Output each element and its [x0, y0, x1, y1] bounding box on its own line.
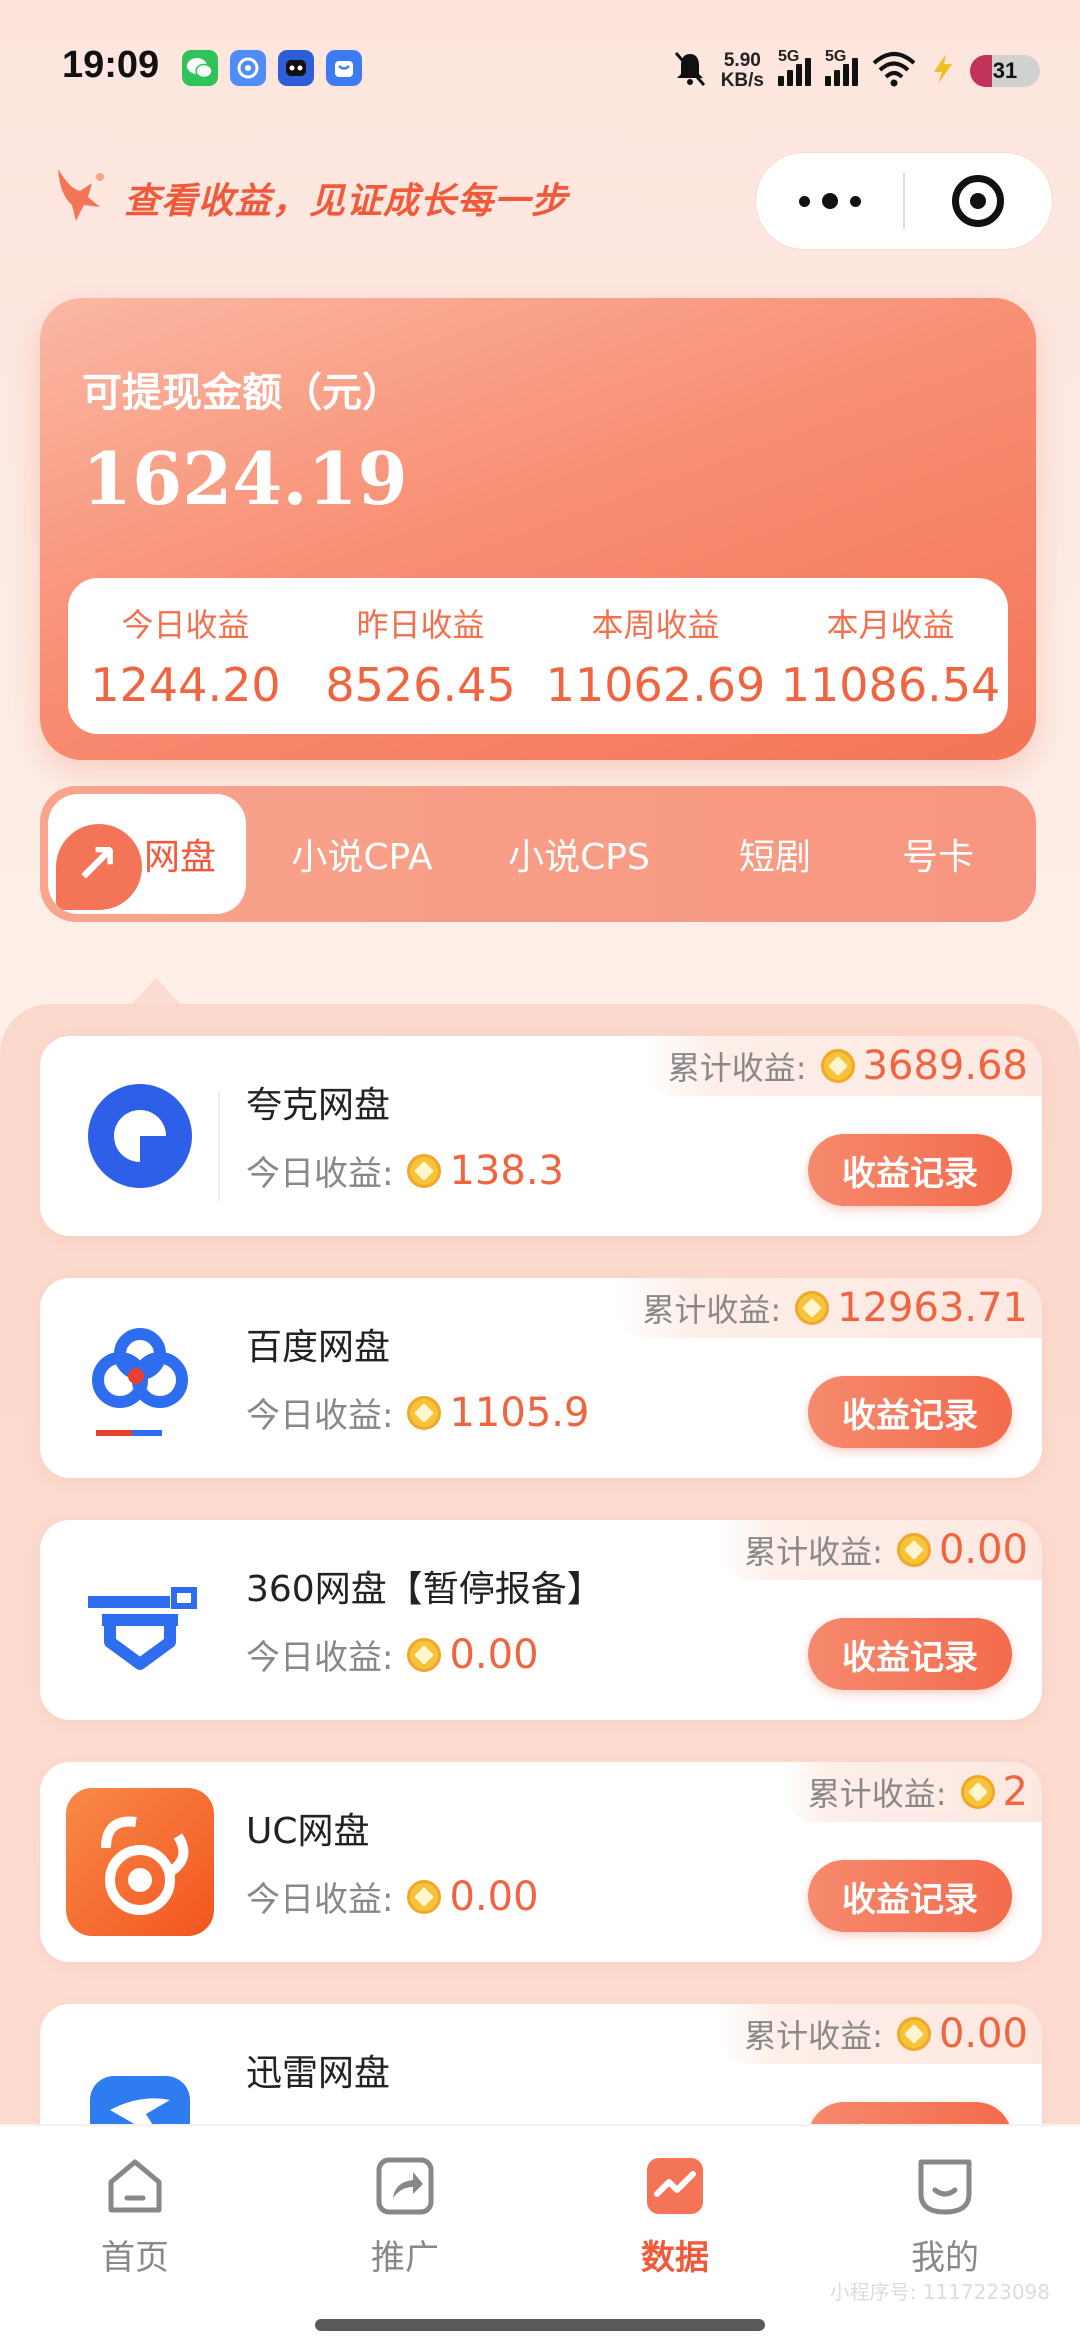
- status-indicators: 5.90 KB/s 5G 5G 31: [673, 46, 1040, 96]
- item-total: 累计收益: 3689.68: [643, 1036, 1042, 1096]
- tab-netdisk[interactable]: 网盘: [48, 794, 246, 914]
- coin-icon: [407, 1637, 442, 1672]
- item-today: 今日收益: 1105.9: [246, 1389, 590, 1437]
- list-item: UC网盘 今日收益: 0.00 累计收益: 2 收益记录: [40, 1762, 1042, 1962]
- netdisk-list: 夸克网盘 今日收益: 138.3 累计收益: 3689.68 收益记录 百度网盘…: [0, 1004, 1080, 2124]
- earnings-record-button[interactable]: 收益记录: [808, 2102, 1012, 2124]
- close-miniprogram-button[interactable]: [905, 175, 1052, 227]
- watermark: 小程序号: 1117223098: [829, 2280, 1050, 2304]
- home-icon: [103, 2154, 167, 2218]
- coin-icon: [407, 1879, 442, 1914]
- xunlei-icon: [66, 2030, 214, 2124]
- earnings-record-button[interactable]: 收益记录: [808, 1860, 1012, 1932]
- coin-icon: [960, 1775, 995, 1809]
- stat-yesterday: 昨日收益 8526.45: [325, 606, 516, 712]
- robot-app-icon: [278, 50, 314, 86]
- earnings-stats: 今日收益 1244.20 昨日收益 8526.45 本周收益 11062.69 …: [68, 578, 1008, 734]
- stat-today: 今日收益 1244.20: [90, 606, 281, 712]
- list-item: 迅雷网盘 累计收益: 0.00 收益记录: [40, 2004, 1042, 2124]
- item-name: 360网盘【暂停报备】: [246, 1569, 603, 1610]
- battery-icon: 31: [970, 55, 1040, 87]
- baidu-pan-icon: [66, 1304, 214, 1452]
- more-button[interactable]: [756, 193, 903, 209]
- item-name: 迅雷网盘: [246, 2053, 391, 2094]
- slogan: 查看收益，见证成长每一步: [50, 165, 568, 231]
- list-item: 360网盘【暂停报备】 今日收益: 0.00 累计收益: 0.00 收益记录: [40, 1520, 1042, 1720]
- coin-icon: [407, 1395, 442, 1430]
- item-total: 累计收益: 2: [783, 1762, 1042, 1822]
- net-speed: 5.90 KB/s: [720, 50, 764, 91]
- earnings-record-button[interactable]: 收益记录: [808, 1376, 1012, 1448]
- nav-data[interactable]: 数据: [585, 2154, 765, 2279]
- tab-novel-cpa[interactable]: 小说CPA: [262, 786, 462, 922]
- coin-icon: [896, 1533, 931, 1567]
- bottom-nav: 首页 推广 数据 我的 小程序号: 1117223098: [0, 2125, 1080, 2345]
- item-name: 夸克网盘: [246, 1085, 391, 1126]
- charging-icon: [930, 52, 956, 90]
- tab-phone-card[interactable]: 号卡: [878, 786, 998, 922]
- coin-icon: [820, 1049, 855, 1083]
- gear-app-icon: [230, 50, 266, 86]
- nav-mine[interactable]: 我的: [855, 2154, 1035, 2279]
- wechat-icon: [182, 50, 218, 86]
- tab-pointer: [130, 978, 182, 1006]
- category-tabs: 网盘 小说CPA 小说CPS 短剧 号卡: [40, 786, 1036, 922]
- list-item: 夸克网盘 今日收益: 138.3 累计收益: 3689.68 收益记录: [40, 1036, 1042, 1236]
- slogan-text: 查看收益，见证成长每一步: [124, 181, 569, 222]
- nav-promote[interactable]: 推广: [315, 2154, 495, 2279]
- list-item: 百度网盘 今日收益: 1105.9 累计收益: 12963.71 收益记录: [40, 1278, 1042, 1478]
- chart-icon: [643, 2154, 707, 2218]
- tab-short-drama[interactable]: 短剧: [720, 786, 830, 922]
- withdrawable-label: 可提现金额（元）: [82, 370, 402, 416]
- mute-icon: [673, 50, 707, 92]
- wifi-icon: [872, 51, 916, 91]
- share-icon: [373, 2154, 437, 2218]
- item-today: 今日收益: 0.00: [246, 1631, 539, 1679]
- item-today: 今日收益: 0.00: [246, 1873, 539, 1921]
- tab-novel-cps[interactable]: 小说CPS: [478, 786, 680, 922]
- 360-pan-icon: [66, 1546, 214, 1694]
- star-logo-icon: [50, 165, 114, 231]
- signal-icon-2: 5G: [825, 48, 858, 86]
- status-time: 19:09: [62, 44, 160, 86]
- item-today: 今日收益: 138.3: [246, 1147, 564, 1195]
- coin-icon: [407, 1153, 442, 1188]
- item-total: 累计收益: 12963.71: [618, 1278, 1042, 1338]
- uc-pan-icon: [66, 1788, 214, 1936]
- earnings-record-button[interactable]: 收益记录: [808, 1618, 1012, 1690]
- home-indicator[interactable]: [315, 2319, 765, 2331]
- item-name: UC网盘: [246, 1811, 370, 1852]
- item-total: 累计收益: 0.00: [720, 1520, 1042, 1580]
- status-bar: 19:09 5.90 KB/s 5G 5G 31: [0, 0, 1080, 130]
- dot-icon: [798, 195, 810, 207]
- quark-icon: [66, 1062, 214, 1210]
- stat-month: 本月收益 11086.54: [780, 606, 1001, 712]
- item-total: 累计收益: 0.00: [720, 2004, 1042, 2064]
- balance-card: 可提现金额（元） 1624.19 今日收益 1244.20 昨日收益 8526.…: [40, 298, 1036, 760]
- signal-icon: 5G: [778, 48, 811, 86]
- profile-icon: [913, 2154, 977, 2218]
- item-name: 百度网盘: [246, 1327, 391, 1368]
- dot-icon: [849, 195, 861, 207]
- stat-week: 本周收益 11062.69: [545, 606, 766, 712]
- bag-app-icon: [326, 50, 362, 86]
- coin-icon: [795, 1291, 830, 1325]
- miniprogram-capsule: [755, 152, 1053, 250]
- earnings-record-button[interactable]: 收益记录: [808, 1134, 1012, 1206]
- withdrawable-amount: 1624.19: [82, 436, 408, 521]
- arrow-badge-icon: [56, 824, 142, 910]
- dot-icon: [821, 193, 838, 209]
- coin-icon: [896, 2017, 931, 2051]
- nav-home[interactable]: 首页: [45, 2154, 225, 2279]
- target-icon: [952, 175, 1005, 227]
